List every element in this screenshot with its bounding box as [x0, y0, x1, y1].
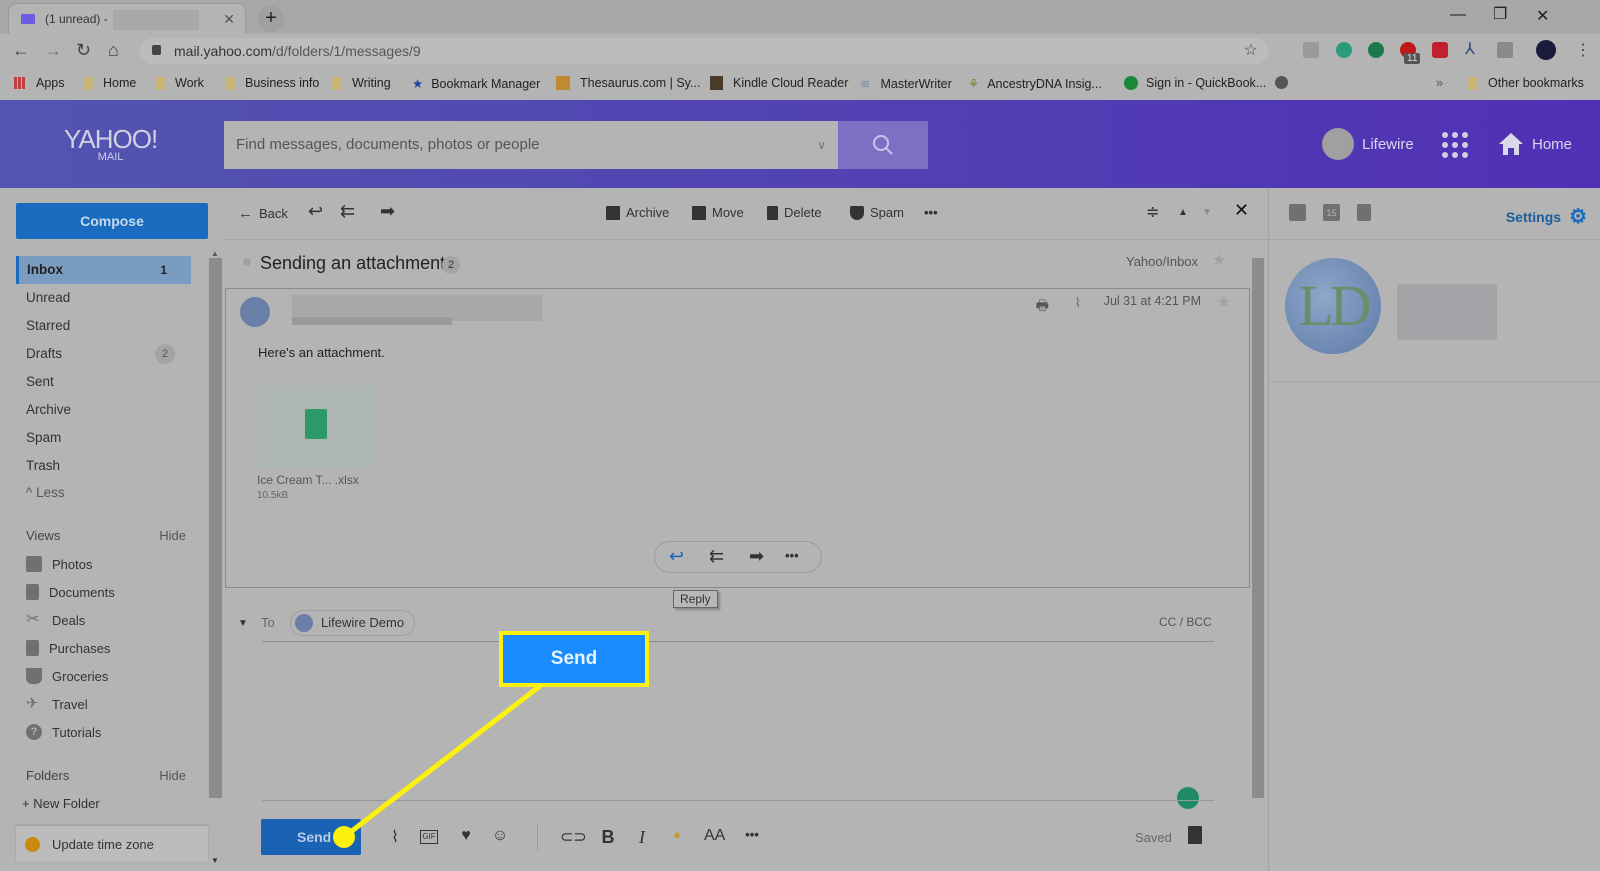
send-callout: Send — [499, 631, 649, 687]
callout-dot — [333, 826, 355, 848]
callout-pointer — [333, 684, 542, 848]
